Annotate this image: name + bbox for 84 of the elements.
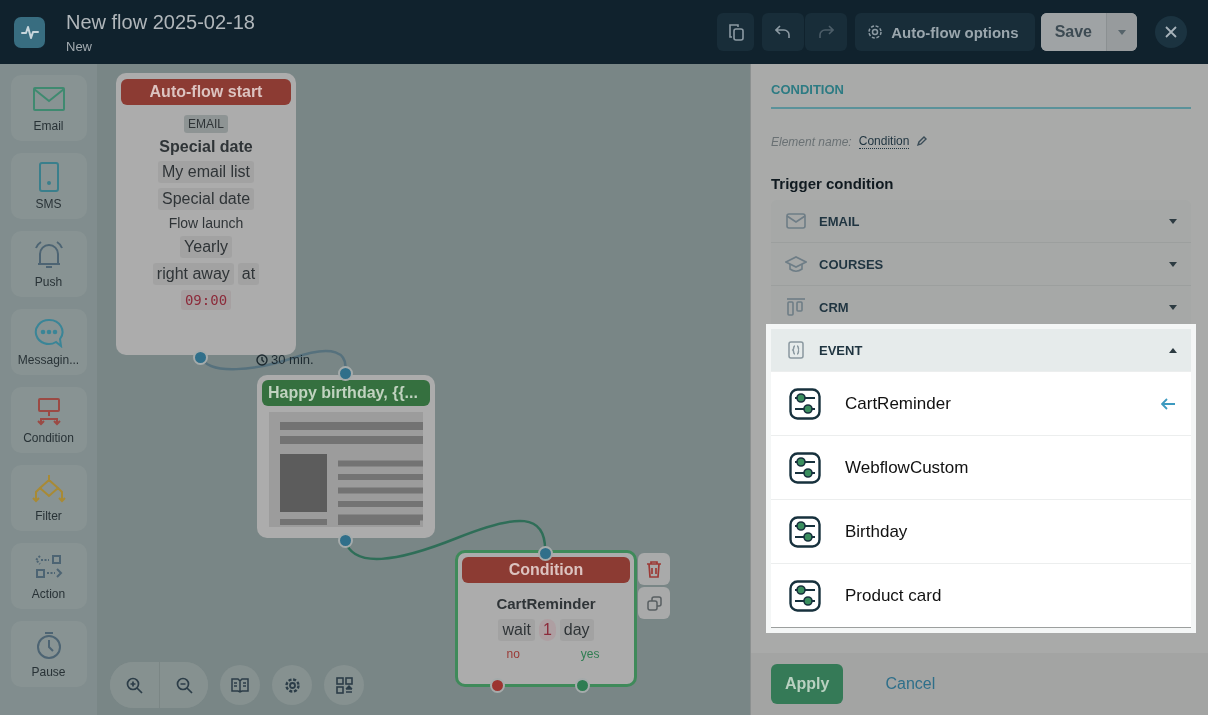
braces-icon bbox=[785, 341, 807, 359]
section-title: Trigger condition bbox=[771, 175, 895, 192]
close-icon bbox=[1165, 26, 1177, 38]
envelope-icon bbox=[785, 212, 807, 230]
cancel-button[interactable]: Cancel bbox=[865, 675, 956, 693]
pencil-icon[interactable] bbox=[916, 136, 928, 147]
accordion-header[interactable]: EMAIL bbox=[771, 200, 1191, 242]
caret-icon bbox=[1118, 29, 1126, 35]
apply-button[interactable]: Apply bbox=[771, 664, 844, 704]
event-item[interactable]: CartReminder bbox=[771, 371, 1191, 435]
palette-item[interactable]: Filter bbox=[10, 465, 87, 531]
caret-icon bbox=[1169, 347, 1177, 353]
save-options-button[interactable] bbox=[1106, 13, 1137, 51]
node-tag: Special date bbox=[157, 188, 255, 210]
columns-icon bbox=[785, 298, 807, 316]
node-tag: wait bbox=[498, 619, 535, 641]
clock-icon bbox=[256, 353, 268, 366]
node-tag: Yearly bbox=[180, 236, 232, 258]
node-header: Condition bbox=[462, 557, 630, 583]
node-tag: 1 bbox=[538, 619, 556, 641]
caret-icon bbox=[1169, 218, 1177, 224]
node-label: Flow launch bbox=[168, 215, 244, 231]
filter-icon bbox=[31, 473, 66, 504]
accordion-header[interactable]: CRM bbox=[771, 286, 1191, 328]
node-tag: at bbox=[237, 263, 260, 285]
sliders-icon bbox=[789, 515, 821, 548]
duplicate-button[interactable] bbox=[638, 587, 670, 619]
node-subtitle: CartReminder bbox=[496, 595, 596, 612]
palette-item[interactable]: Email bbox=[10, 75, 87, 141]
delay-label: 30 min. bbox=[271, 352, 314, 367]
auto-flow-options-button[interactable]: Auto-flow options bbox=[855, 13, 1035, 51]
node-tag: 09:00 bbox=[180, 290, 232, 310]
close-button[interactable] bbox=[1155, 16, 1187, 48]
element-name-field[interactable]: Condition bbox=[858, 134, 910, 149]
caret-icon bbox=[1169, 261, 1177, 267]
start-node-card[interactable]: Auto-flow start EMAIL Special date My email list Special date Flow launch Yearly right away at 09:00 bbox=[116, 73, 296, 355]
caret-icon bbox=[1169, 304, 1177, 310]
palette-item[interactable]: Pause bbox=[10, 621, 87, 687]
palette-item[interactable]: Push bbox=[10, 231, 87, 297]
node-tag: right away bbox=[152, 263, 234, 285]
sliders-icon bbox=[789, 451, 821, 484]
condition-node-card[interactable]: Condition CartReminder wait 1 day no yes bbox=[455, 550, 637, 687]
sliders-icon bbox=[789, 387, 821, 420]
graduation-cap-icon bbox=[785, 255, 807, 273]
accordion-header[interactable]: EVENT bbox=[771, 329, 1191, 371]
delete-button[interactable] bbox=[638, 553, 670, 585]
palette-item[interactable]: Action bbox=[10, 543, 87, 609]
node-tag: My email list bbox=[158, 161, 254, 183]
copy-icon bbox=[646, 595, 662, 611]
event-item[interactable]: Birthday bbox=[771, 499, 1191, 563]
node-tag: day bbox=[559, 619, 594, 641]
flow-status: New bbox=[66, 38, 93, 54]
palette-item[interactable]: SMS bbox=[10, 153, 87, 219]
event-item[interactable]: Product card bbox=[771, 563, 1191, 627]
book-icon bbox=[231, 677, 249, 693]
element-name-label: Element name: bbox=[771, 134, 852, 149]
node-header: Auto-flow start bbox=[121, 79, 291, 105]
accordion-header[interactable]: COURSES bbox=[771, 243, 1191, 285]
zoom-out-icon bbox=[175, 676, 193, 694]
settings-icon bbox=[867, 24, 884, 40]
logo-icon bbox=[14, 16, 45, 48]
palette-item[interactable]: Condition bbox=[10, 387, 87, 453]
share-button[interactable] bbox=[717, 13, 755, 51]
node-header: Happy birthday, {{... bbox=[262, 380, 430, 406]
event-item[interactable]: WebflowCustom bbox=[771, 435, 1191, 499]
node-tag: EMAIL bbox=[184, 115, 228, 133]
trash-icon bbox=[646, 560, 662, 578]
palette-item[interactable]: Messagin... bbox=[10, 309, 87, 375]
undo-button[interactable] bbox=[762, 13, 805, 51]
email-node-card[interactable]: Happy birthday, {{... bbox=[257, 375, 435, 538]
settings-icon bbox=[283, 676, 301, 694]
redo-button[interactable] bbox=[805, 13, 848, 51]
no-branch-label: no bbox=[506, 647, 520, 661]
flow-title: New flow 2025-02-18 bbox=[66, 10, 255, 34]
undo-icon bbox=[775, 25, 792, 39]
redo-icon bbox=[818, 25, 835, 39]
zoom-in-icon bbox=[126, 676, 143, 694]
layout-button[interactable] bbox=[324, 665, 364, 705]
node-subtitle: Special date bbox=[159, 138, 253, 156]
settings-button[interactable] bbox=[272, 665, 312, 705]
sliders-icon bbox=[789, 579, 821, 612]
yes-branch-label: yes bbox=[580, 647, 600, 661]
guide-button[interactable] bbox=[220, 665, 260, 705]
blocks-icon bbox=[335, 676, 353, 694]
